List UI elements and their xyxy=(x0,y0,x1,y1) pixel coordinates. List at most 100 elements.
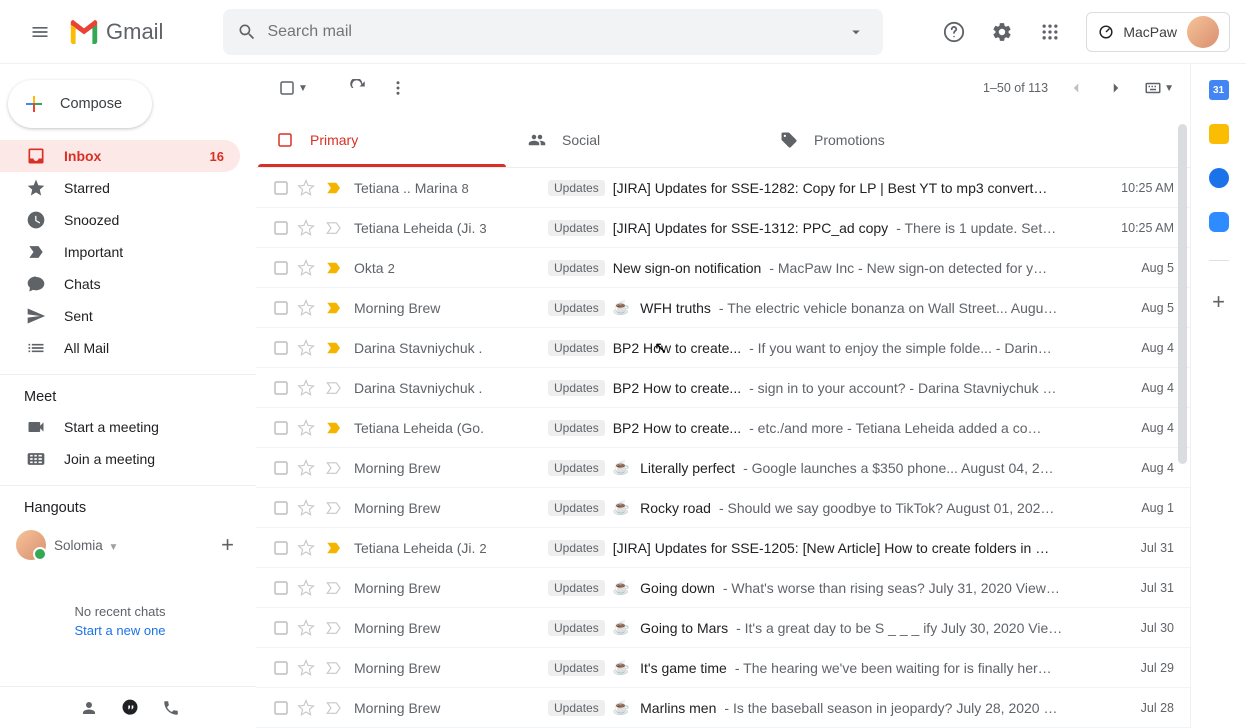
sidebar-item-inbox[interactable]: Inbox 16 xyxy=(0,140,240,172)
mail-row[interactable]: Morning BrewUpdates☕Rocky road - Should … xyxy=(256,488,1190,528)
workspace-chip[interactable]: MacPaw xyxy=(1086,12,1230,52)
scrollbar[interactable] xyxy=(1176,124,1190,684)
refresh-button[interactable] xyxy=(338,68,378,108)
row-importance[interactable] xyxy=(320,579,348,597)
tab-social[interactable]: Social xyxy=(508,112,760,167)
mail-row[interactable]: Tetiana Leheida (Ji.3Updates[JIRA] Updat… xyxy=(256,208,1190,248)
phone-icon[interactable] xyxy=(162,699,180,717)
get-addons-button[interactable]: + xyxy=(1212,289,1225,315)
hangouts-avatar[interactable] xyxy=(16,530,46,560)
mail-row[interactable]: Tetiana .. Marina8Updates[JIRA] Updates … xyxy=(256,168,1190,208)
user-avatar[interactable] xyxy=(1187,16,1219,48)
row-checkbox[interactable] xyxy=(272,539,292,557)
row-star[interactable] xyxy=(292,419,320,437)
mail-row[interactable]: Morning BrewUpdates☕WFH truths - The ele… xyxy=(256,288,1190,328)
row-importance[interactable] xyxy=(320,339,348,357)
row-checkbox[interactable] xyxy=(272,459,292,477)
sidebar-item-allmail[interactable]: All Mail xyxy=(0,332,240,364)
help-button[interactable] xyxy=(934,12,974,52)
row-star[interactable] xyxy=(292,499,320,517)
older-button[interactable] xyxy=(1056,68,1096,108)
row-star[interactable] xyxy=(292,579,320,597)
row-star[interactable] xyxy=(292,659,320,677)
row-importance[interactable] xyxy=(320,499,348,517)
chat-icon xyxy=(26,274,46,294)
caret-down-icon: ▼ xyxy=(109,542,119,553)
row-star[interactable] xyxy=(292,179,320,197)
row-star[interactable] xyxy=(292,699,320,717)
settings-button[interactable] xyxy=(982,12,1022,52)
compose-button[interactable]: Compose xyxy=(8,80,152,128)
person-status-icon[interactable] xyxy=(80,699,98,717)
row-importance[interactable] xyxy=(320,459,348,477)
mail-row[interactable]: Darina Stavniychuk .UpdatesBP2 How to cr… xyxy=(256,328,1190,368)
input-tools-button[interactable]: ▼ xyxy=(1144,79,1174,97)
row-importance[interactable] xyxy=(320,219,348,237)
row-importance[interactable] xyxy=(320,619,348,637)
mail-row[interactable]: Okta2UpdatesNew sign-on notification - M… xyxy=(256,248,1190,288)
mail-row[interactable]: Morning BrewUpdates☕Going down - What's … xyxy=(256,568,1190,608)
row-importance[interactable] xyxy=(320,539,348,557)
row-checkbox[interactable] xyxy=(272,659,292,677)
calendar-addon-button[interactable] xyxy=(1209,80,1229,100)
zoom-addon-button[interactable] xyxy=(1209,212,1229,232)
row-importance[interactable] xyxy=(320,659,348,677)
row-star[interactable] xyxy=(292,219,320,237)
row-importance[interactable] xyxy=(320,699,348,717)
row-checkbox[interactable] xyxy=(272,179,292,197)
row-checkbox[interactable] xyxy=(272,499,292,517)
hangouts-username[interactable]: Solomia ▼ xyxy=(54,538,118,553)
new-chat-button[interactable]: + xyxy=(221,532,240,558)
mail-row[interactable]: Tetiana Leheida (Go.UpdatesBP2 How to cr… xyxy=(256,408,1190,448)
sidebar-item-snoozed[interactable]: Snoozed xyxy=(0,204,240,236)
tab-primary[interactable]: Primary xyxy=(256,112,508,167)
gmail-logo[interactable]: Gmail xyxy=(68,19,163,45)
main-menu-button[interactable] xyxy=(16,8,64,56)
row-star[interactable] xyxy=(292,379,320,397)
row-checkbox[interactable] xyxy=(272,419,292,437)
row-star[interactable] xyxy=(292,619,320,637)
row-importance[interactable] xyxy=(320,379,348,397)
row-checkbox[interactable] xyxy=(272,699,292,717)
row-star[interactable] xyxy=(292,299,320,317)
row-star[interactable] xyxy=(292,259,320,277)
join-meeting-button[interactable]: Join a meeting xyxy=(0,443,256,475)
search-options-button[interactable] xyxy=(843,19,869,45)
row-star[interactable] xyxy=(292,539,320,557)
select-all-checkbox[interactable]: ▼ xyxy=(272,73,314,103)
sidebar-item-sent[interactable]: Sent xyxy=(0,300,240,332)
tasks-addon-button[interactable] xyxy=(1209,168,1229,188)
row-checkbox[interactable] xyxy=(272,379,292,397)
mail-row[interactable]: Morning BrewUpdates☕Going to Mars - It's… xyxy=(256,608,1190,648)
hangouts-bubble-icon[interactable] xyxy=(120,698,140,718)
start-meeting-button[interactable]: Start a meeting xyxy=(0,411,256,443)
mail-row[interactable]: Tetiana Leheida (Ji.2Updates[JIRA] Updat… xyxy=(256,528,1190,568)
search-input[interactable] xyxy=(257,23,843,41)
more-button[interactable] xyxy=(378,68,418,108)
row-importance[interactable] xyxy=(320,419,348,437)
start-new-chat-link[interactable]: Start a new one xyxy=(0,623,240,638)
newer-button[interactable] xyxy=(1096,68,1136,108)
row-importance[interactable] xyxy=(320,179,348,197)
search-bar[interactable] xyxy=(223,9,883,55)
row-checkbox[interactable] xyxy=(272,579,292,597)
mail-row[interactable]: Morning BrewUpdates☕It's game time - The… xyxy=(256,648,1190,688)
row-checkbox[interactable] xyxy=(272,619,292,637)
mail-row[interactable]: Morning BrewUpdates☕Marlins men - Is the… xyxy=(256,688,1190,728)
row-checkbox[interactable] xyxy=(272,299,292,317)
sidebar-item-starred[interactable]: Starred xyxy=(0,172,240,204)
row-star[interactable] xyxy=(292,339,320,357)
row-importance[interactable] xyxy=(320,299,348,317)
apps-button[interactable] xyxy=(1030,12,1070,52)
tab-promotions[interactable]: Promotions xyxy=(760,112,1012,167)
mail-row[interactable]: Morning BrewUpdates☕Literally perfect - … xyxy=(256,448,1190,488)
row-importance[interactable] xyxy=(320,259,348,277)
sidebar-item-important[interactable]: Important xyxy=(0,236,240,268)
keep-addon-button[interactable] xyxy=(1209,124,1229,144)
row-star[interactable] xyxy=(292,459,320,477)
sidebar-item-chats[interactable]: Chats xyxy=(0,268,240,300)
row-checkbox[interactable] xyxy=(272,259,292,277)
mail-row[interactable]: Darina Stavniychuk .UpdatesBP2 How to cr… xyxy=(256,368,1190,408)
row-checkbox[interactable] xyxy=(272,339,292,357)
row-checkbox[interactable] xyxy=(272,219,292,237)
